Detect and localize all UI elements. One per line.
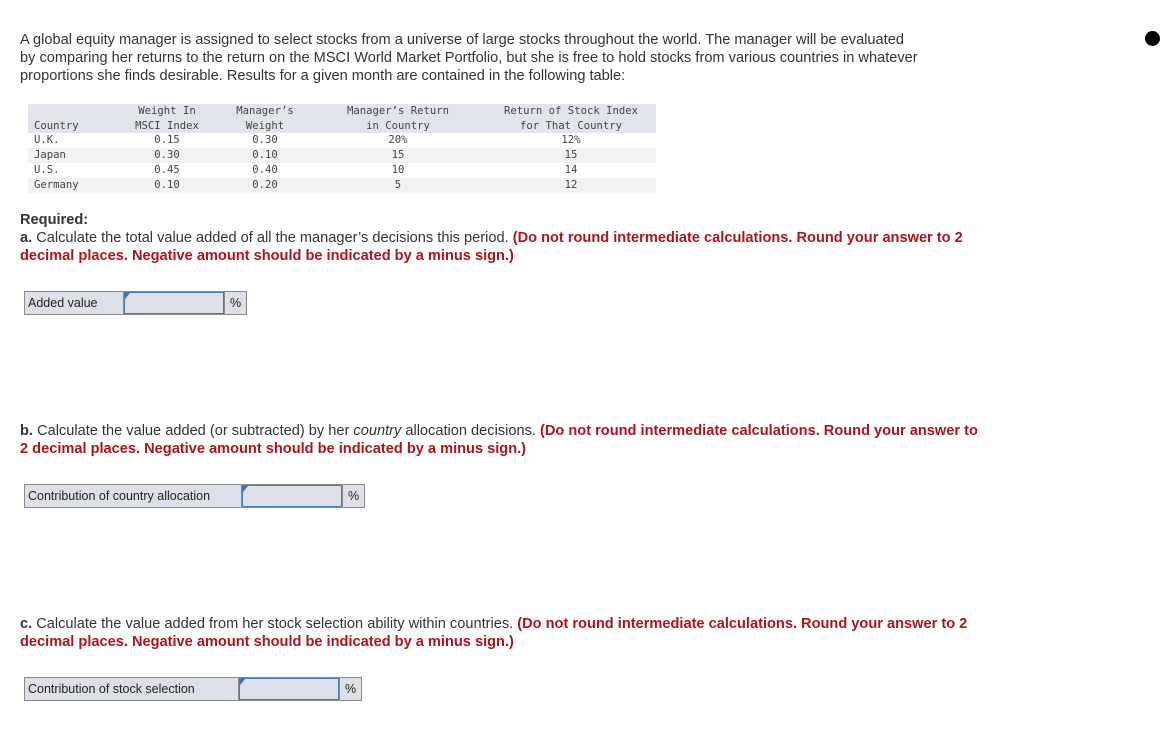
cell-msci-weight: 0.30 (154, 149, 180, 161)
table-header-row: Country Weight In MSCI Index Manager’s Wei… (28, 104, 656, 133)
header-manager-return: Manager’s Return in Country (346, 105, 450, 132)
cell-manager-weight: 0.40 (252, 164, 278, 176)
part-a-answer-row: Added value % (24, 291, 248, 315)
part-c-question: c. Calculate the value added from her st… (20, 615, 980, 651)
cell-manager-return: 20% (388, 134, 408, 146)
part-b-text-before: Calculate the value added (or subtracted… (32, 423, 354, 439)
part-b-text-italic: country (353, 423, 402, 439)
cell-country: Germany (34, 179, 79, 191)
cell-index-return: 15 (564, 149, 578, 161)
header-country: Country (34, 119, 79, 132)
cell-manager-return: 5 (394, 179, 402, 191)
cell-country: U.S. (34, 164, 60, 176)
added-value-input-wrapper[interactable] (124, 292, 224, 314)
cell-index-return: 12 (564, 179, 578, 191)
part-b-letter: b. (20, 423, 33, 439)
header-msci-weight: Weight In MSCI Index (135, 105, 199, 132)
part-c-answer-row: Contribution of stock selection % (24, 677, 363, 701)
required-heading: Required: (20, 212, 89, 228)
added-value-label: Added value (25, 292, 124, 314)
table-row: U.K. 0.15 0.30 20% 12% (28, 133, 656, 148)
input-flag-icon (240, 679, 245, 685)
header-index-return: Return of Stock Index for That Country (504, 105, 638, 132)
part-a-text: Calculate the total value added of all t… (32, 230, 513, 246)
status-dot-icon (1145, 31, 1160, 46)
cell-index-return: 14 (564, 164, 578, 176)
cell-manager-return: 10 (391, 164, 405, 176)
cell-country: U.K. (34, 134, 60, 146)
part-a-letter: a. (20, 230, 33, 246)
cell-manager-weight: 0.10 (252, 149, 278, 161)
part-b-question: b. Calculate the value added (or subtrac… (20, 422, 980, 458)
cell-index-return: 12% (561, 134, 581, 146)
part-a-question: Required: a. Calculate the total value a… (20, 211, 980, 265)
cell-manager-weight: 0.20 (252, 179, 278, 191)
data-table: Country Weight In MSCI Index Manager’s Wei… (28, 104, 656, 193)
part-b-text-after: allocation decisions. (401, 423, 541, 439)
cell-country: Japan (34, 149, 66, 161)
table-row: U.S. 0.45 0.40 10 14 (28, 163, 656, 178)
part-c-letter: c. (20, 616, 33, 632)
stock-selection-input-wrapper[interactable] (239, 678, 339, 700)
cell-manager-weight: 0.30 (252, 134, 278, 146)
country-allocation-input[interactable] (243, 486, 341, 506)
percent-unit: % (224, 292, 246, 314)
cell-msci-weight: 0.10 (154, 179, 180, 191)
table-row: Japan 0.30 0.10 15 15 (28, 148, 656, 163)
added-value-input[interactable] (125, 293, 223, 313)
stock-selection-label: Contribution of stock selection (25, 678, 239, 700)
part-b-answer-row: Contribution of country allocation % (24, 484, 366, 508)
cell-manager-return: 15 (391, 149, 405, 161)
cell-msci-weight: 0.15 (154, 134, 180, 146)
country-allocation-input-wrapper[interactable] (242, 485, 342, 507)
problem-intro: A global equity manager is assigned to s… (20, 32, 918, 84)
stock-selection-input[interactable] (240, 679, 338, 699)
percent-unit: % (342, 485, 364, 507)
input-flag-icon (243, 486, 248, 492)
table-row: Germany 0.10 0.20 5 12 (28, 178, 656, 193)
cell-msci-weight: 0.45 (154, 164, 180, 176)
percent-unit: % (339, 678, 361, 700)
part-c-text: Calculate the value added from her stock… (32, 616, 518, 632)
input-flag-icon (125, 293, 130, 299)
header-manager-weight: Manager’s Weight (236, 105, 294, 132)
country-allocation-label: Contribution of country allocation (25, 485, 242, 507)
